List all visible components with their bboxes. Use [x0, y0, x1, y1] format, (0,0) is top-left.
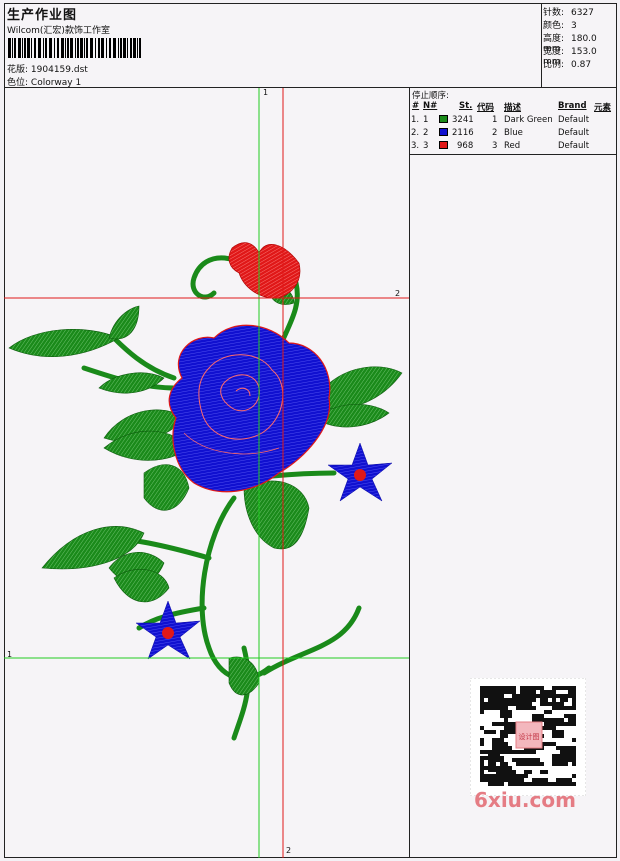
colorway-label: 色位:	[7, 78, 29, 88]
design-file-label: 花版:	[7, 65, 29, 75]
small-flower-right	[327, 442, 393, 502]
barcode	[8, 38, 141, 58]
header-info: 生产作业图 Wilcom(汇宏)款饰工作室 花版: 1904159.dst 色位…	[4, 3, 542, 88]
design-canvas: 1 1 2 2	[4, 88, 410, 858]
sheet-title: 生产作业图	[7, 8, 78, 23]
guide-label-v-red: 2	[286, 846, 292, 855]
table-row: 1. 1 3241 1 Dark Green Default	[411, 115, 590, 125]
stats-panel: 针数: 6327 颜色: 3 高度: 180.0 mm 宽度: 153.0 mm 比例:…	[541, 3, 617, 88]
company-name: Wilcom(汇宏)款饰工作室	[7, 26, 110, 36]
watermark-logo: 6xiu.com	[474, 788, 576, 812]
stat-colors: 颜色: 3	[543, 21, 577, 31]
guide-label-h-red: 2	[395, 289, 401, 298]
stat-scale: 比例: 0.87	[543, 60, 592, 70]
rose-bud	[228, 242, 301, 299]
stop-sequence-title: 停止顺序:	[412, 91, 449, 101]
qr-center-label: 设计图	[519, 732, 540, 741]
stop-sequence-header: # N# St. 代码 描述 Brand 元素	[412, 101, 612, 113]
colorway-value: Colorway 1	[30, 78, 82, 88]
color-swatch-blue	[439, 128, 448, 136]
color-swatch-red	[439, 141, 448, 149]
colorway-line: 色位: Colorway 1	[7, 75, 81, 88]
design-file-value: 1904159.dst	[30, 65, 88, 75]
guide-label-v-green: 1	[263, 88, 269, 97]
qr-code: 设计图	[470, 678, 586, 796]
blue-rose	[168, 324, 331, 493]
table-row: 3. 3 968 3 Red Default	[411, 141, 590, 151]
stat-stitches: 针数: 6327	[543, 8, 594, 18]
color-swatch-green	[439, 115, 448, 123]
design-file-line: 花版: 1904159.dst	[7, 62, 88, 75]
stop-sequence-panel: 停止顺序: # N# St. 代码 描述 Brand 元素 1. 1 3241 …	[410, 88, 617, 155]
guide-label-h-green: 1	[7, 650, 13, 659]
embroidery-design	[4, 88, 409, 858]
table-row: 2. 2 2116 2 Blue Default	[411, 128, 590, 138]
